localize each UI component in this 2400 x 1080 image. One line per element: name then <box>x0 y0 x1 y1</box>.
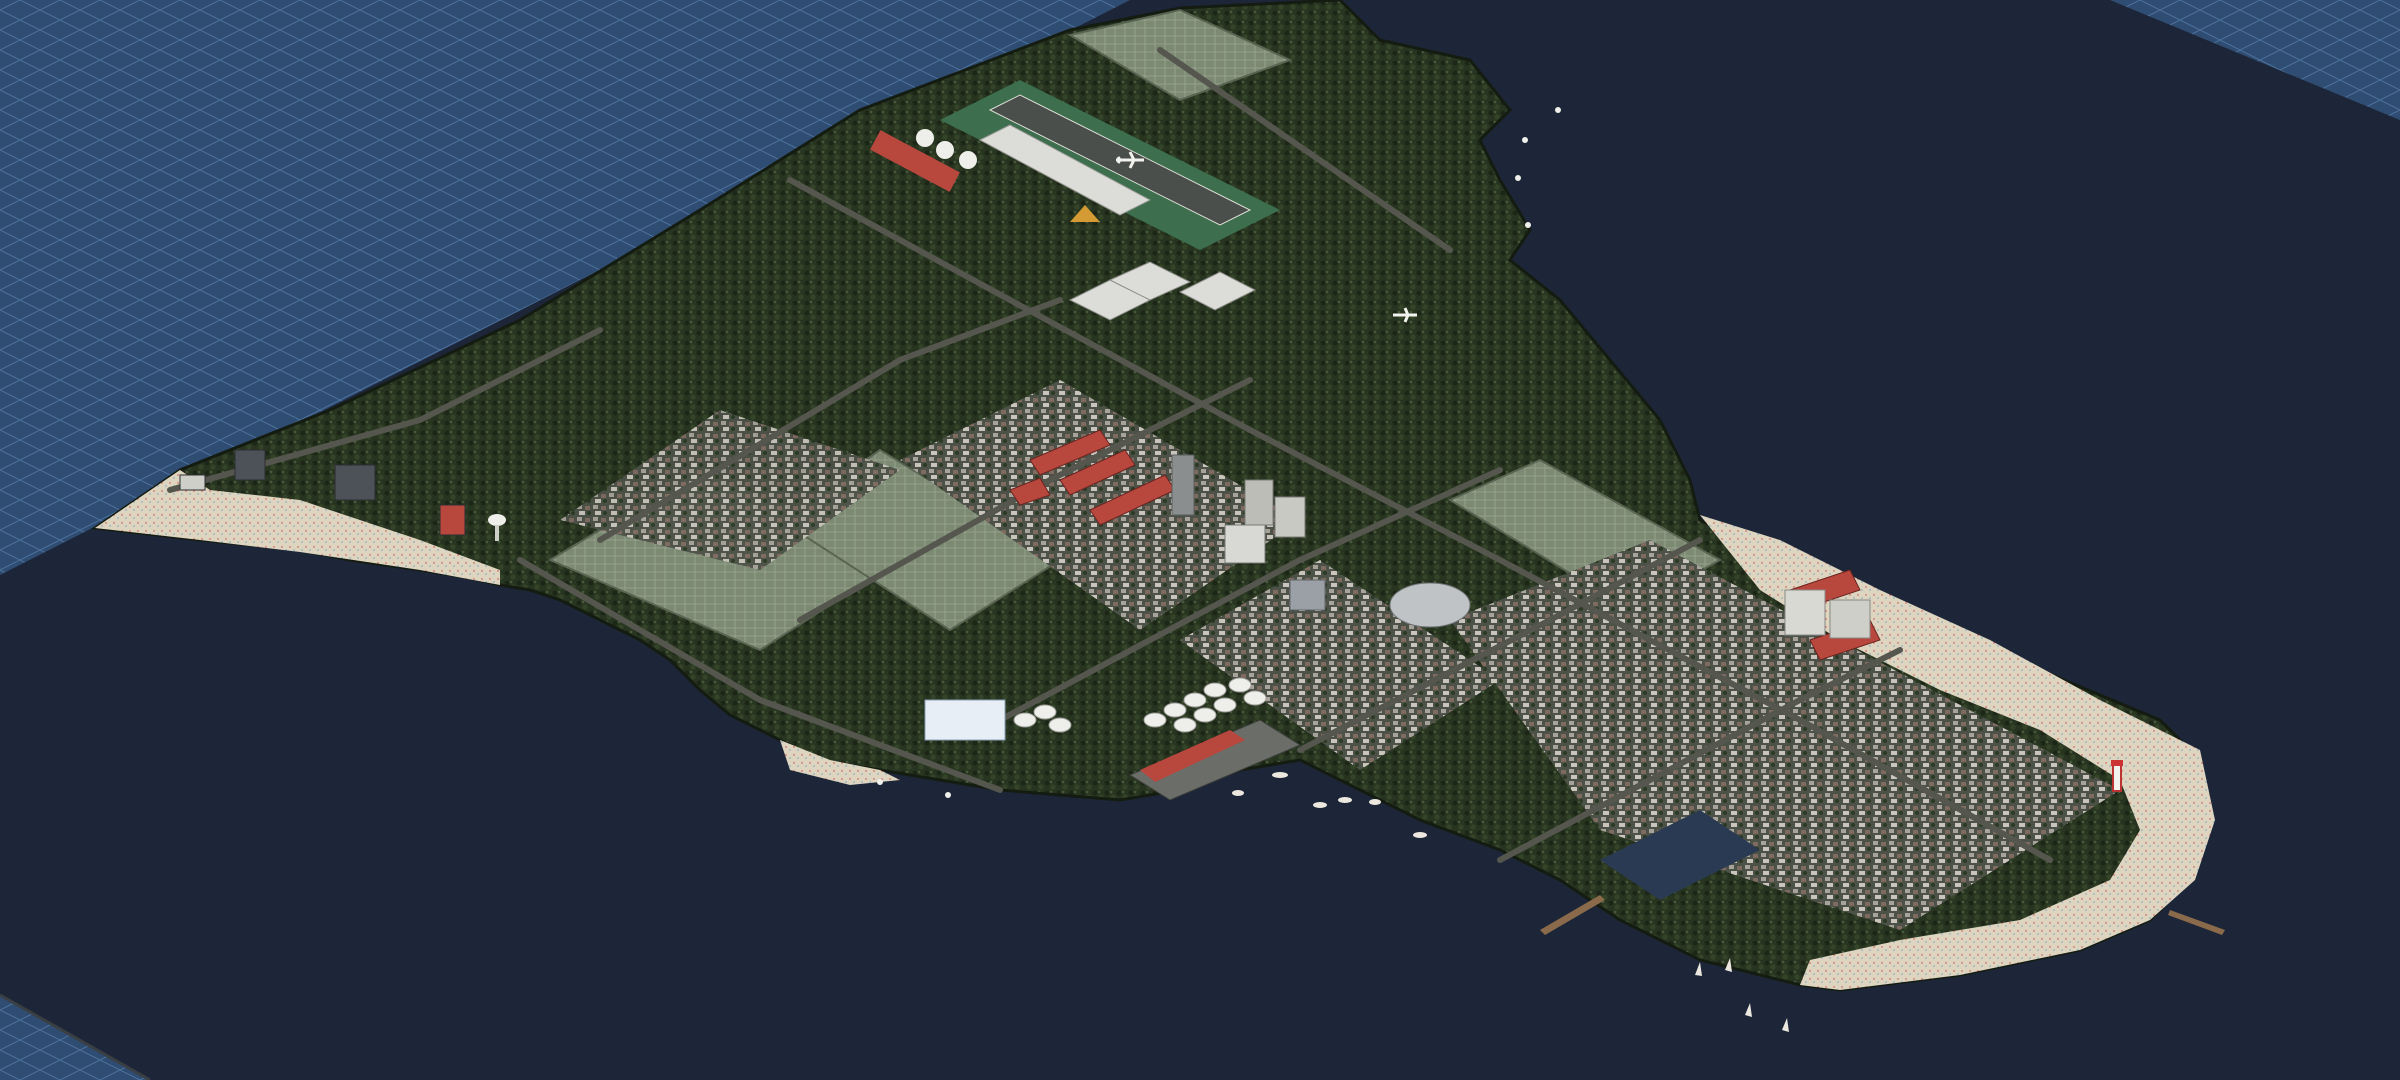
storage-tank-icon <box>1183 692 1207 708</box>
storage-tank-icon <box>1143 712 1167 728</box>
buoy-icon <box>1525 222 1531 228</box>
building <box>439 504 466 536</box>
storage-tank-icon <box>1243 690 1267 706</box>
boat-icon <box>1338 797 1352 803</box>
boat-icon <box>1313 802 1327 808</box>
storage-tank-icon <box>1203 682 1227 698</box>
buoy-icon <box>1522 137 1528 143</box>
storage-tank-icon <box>1213 697 1237 713</box>
storage-tank-icon <box>1033 704 1057 720</box>
buoy-icon <box>1555 107 1561 113</box>
boat-icon <box>1413 832 1427 838</box>
storage-tank-icon <box>1228 677 1252 693</box>
building <box>1224 524 1266 564</box>
stadium <box>1389 582 1471 628</box>
storage-tank-icon <box>1173 717 1197 733</box>
buoy-icon <box>945 792 951 798</box>
building <box>1289 579 1326 611</box>
storage-tank-icon <box>936 141 954 159</box>
storage-tank-icon <box>1013 712 1037 728</box>
buoy-icon <box>1515 175 1521 181</box>
storage-tank-icon <box>1193 707 1217 723</box>
building <box>1829 599 1871 639</box>
game-viewport[interactable] <box>0 0 2400 1080</box>
buoy-icon <box>877 779 883 785</box>
lighthouse-icon <box>2111 760 2123 792</box>
building <box>1274 496 1306 538</box>
building <box>924 699 1006 741</box>
building <box>234 449 266 481</box>
boat-icon <box>1272 772 1288 778</box>
storage-tank-icon <box>959 151 977 169</box>
building <box>1171 454 1195 516</box>
storage-tank-icon <box>1163 702 1187 718</box>
building <box>334 464 376 501</box>
storage-tank-icon <box>1048 717 1072 733</box>
boat-icon <box>1232 790 1244 796</box>
building <box>179 474 206 491</box>
storage-tank-icon <box>916 129 934 147</box>
building <box>1244 479 1274 526</box>
building <box>1784 589 1826 636</box>
boat-icon <box>1369 799 1381 805</box>
